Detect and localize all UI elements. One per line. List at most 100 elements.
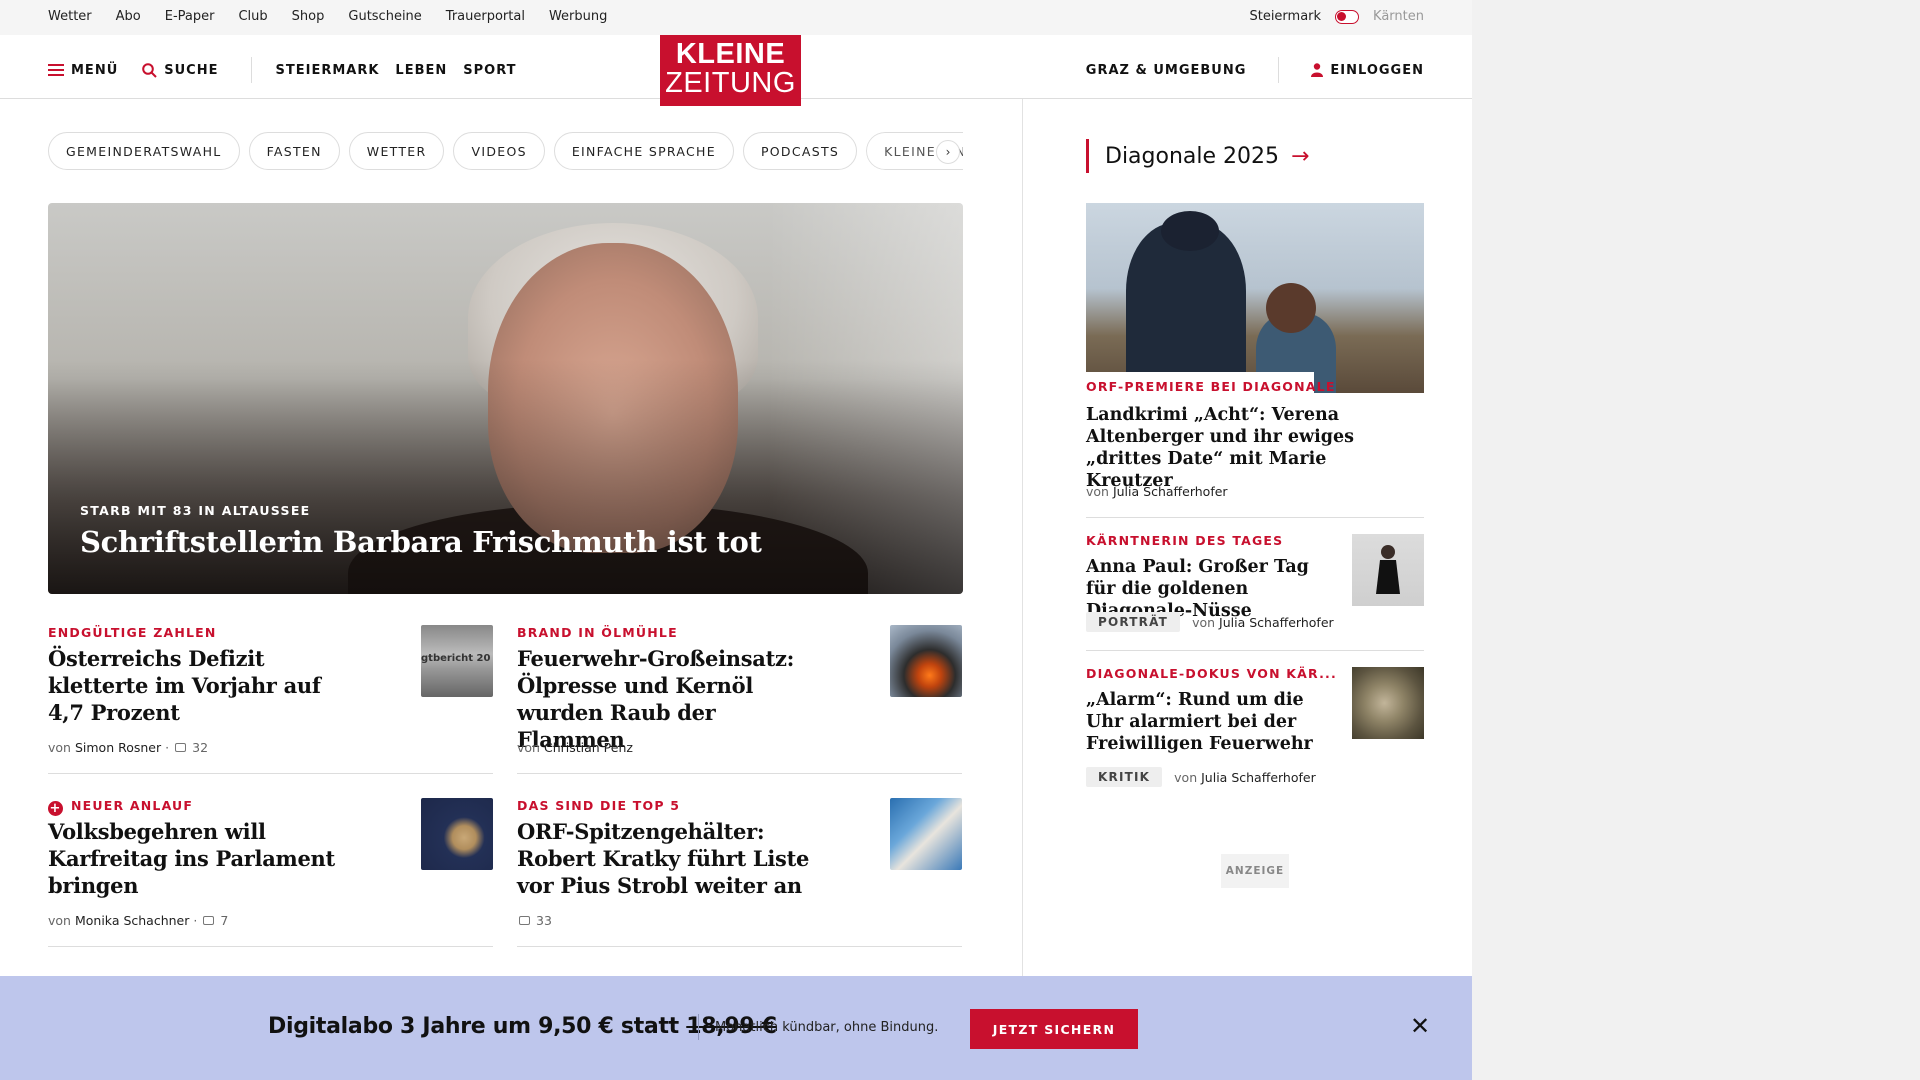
location-link[interactable]: GRAZ & UMGEBUNG — [1086, 63, 1247, 78]
hero-article[interactable]: STARB MIT 83 IN ALTAUSSEE Schriftsteller… — [48, 203, 963, 594]
article-kicker: DAS SIND DIE TOP 5 — [517, 798, 681, 813]
hero-kicker: STARB MIT 83 IN ALTAUSSEE — [80, 503, 311, 518]
sidebar-item-thumbnail[interactable] — [1352, 667, 1424, 739]
article-author[interactable]: Christian Penz — [544, 740, 633, 755]
tag-badge[interactable]: KRITIK — [1086, 767, 1163, 787]
utility-link-shop[interactable]: Shop — [292, 9, 325, 24]
topic-pills: GEMEINDERATSWAHL FASTEN WETTER VIDEOS EI… — [48, 132, 963, 170]
feature-title[interactable]: Landkrimi „Acht“: Verena Altenberger und… — [1086, 404, 1386, 492]
utility-link-epaper[interactable]: E-Paper — [165, 9, 215, 24]
chevron-right-icon: › — [945, 145, 951, 159]
byline-dot: · — [165, 740, 170, 755]
utility-link-trauerportal[interactable]: Trauerportal — [446, 9, 525, 24]
article-card[interactable]: ENDGÜLTIGE ZAHLEN Österreichs Defizit kl… — [48, 625, 493, 774]
region-kaernten[interactable]: Kärnten — [1373, 9, 1424, 24]
comment-count[interactable]: 33 — [536, 913, 552, 928]
sidebar-heading[interactable]: Diagonale 2025 → — [1086, 139, 1309, 173]
article-thumbnail[interactable] — [421, 798, 493, 870]
utility-link-club[interactable]: Club — [238, 9, 267, 24]
sidebar-item-meta: KRITIK von Julia Schafferhofer — [1086, 767, 1316, 787]
plus-icon: + — [48, 801, 63, 816]
feature-kicker: ORF-PREMIERE BEI DIAGONALE — [1086, 379, 1336, 394]
nav-steiermark[interactable]: STEIERMARK — [276, 63, 380, 78]
comment-count[interactable]: 7 — [220, 913, 228, 928]
byline-dot: · — [193, 913, 198, 928]
article-title[interactable]: Feuerwehr-Großeinsatz: Ölpresse und Kern… — [517, 645, 817, 753]
article-byline: von Monika Schachner · 7 — [48, 913, 228, 928]
header-right-nav: GRAZ & UMGEBUNG EINLOGGEN — [1086, 57, 1424, 83]
utility-link-abo[interactable]: Abo — [116, 9, 141, 24]
article-card[interactable]: BRAND IN ÖLMÜHLE Feuerwehr-Großeinsatz: … — [517, 625, 962, 774]
article-kicker: + NEUER ANLAUF — [48, 798, 193, 816]
tag-badge[interactable]: PORTRÄT — [1086, 612, 1181, 632]
header-divider — [250, 57, 252, 83]
thumbnail-figure — [1376, 545, 1400, 594]
article-kicker: ENDGÜLTIGE ZAHLEN — [48, 625, 217, 640]
by-prefix: von — [517, 740, 540, 755]
hamburger-icon — [48, 64, 64, 76]
article-author[interactable]: Simon Rosner — [75, 740, 161, 755]
column-divider — [1022, 99, 1023, 979]
arrow-right-icon: → — [1291, 143, 1310, 169]
topic-pill[interactable]: EINFACHE SPRACHE — [553, 132, 734, 170]
topics-next-button[interactable]: › — [936, 140, 960, 164]
sidebar-item-author[interactable]: Julia Schafferhofer — [1219, 615, 1334, 630]
subscription-banner: Digitalabo 3 Jahre um 9,50 € statt 18,99… — [0, 976, 1472, 1080]
login-label: EINLOGGEN — [1330, 62, 1424, 78]
article-thumbnail[interactable] — [890, 798, 962, 870]
sidebar-feature-image[interactable] — [1086, 203, 1424, 393]
logo-line-1: KLEINE — [675, 38, 786, 70]
search-button[interactable]: SUCHE — [142, 63, 218, 78]
feature-author[interactable]: Julia Schafferhofer — [1113, 484, 1228, 499]
promo-divider — [698, 1014, 699, 1040]
article-title[interactable]: Volksbegehren will Karfreitag ins Parlam… — [48, 818, 348, 899]
article-card[interactable]: DAS SIND DIE TOP 5 ORF-Spitzengehälter: … — [517, 798, 962, 947]
article-title[interactable]: ORF-Spitzengehälter: Robert Kratky führt… — [517, 818, 817, 899]
sidebar-item-author[interactable]: Julia Schafferhofer — [1201, 770, 1316, 785]
by-prefix: von — [1174, 769, 1198, 785]
nav-leben[interactable]: LEBEN — [395, 63, 447, 78]
main-header: MENÜ SUCHE STEIERMARK LEBEN SPORT KLEINE… — [0, 35, 1472, 106]
divider — [1086, 650, 1424, 651]
topic-pill[interactable]: PODCASTS — [742, 132, 858, 170]
article-thumbnail[interactable]: gtbericht 20 — [421, 625, 493, 697]
search-icon — [142, 62, 157, 78]
article-author[interactable]: Monika Schachner — [75, 913, 189, 928]
topic-pill[interactable]: GEMEINDERATSWAHL — [48, 132, 240, 170]
login-button[interactable]: EINLOGGEN — [1311, 63, 1424, 78]
article-title[interactable]: Österreichs Defizit kletterte im Vorjahr… — [48, 645, 348, 726]
search-label: SUCHE — [164, 62, 219, 78]
divider — [1086, 517, 1424, 518]
region-steiermark[interactable]: Steiermark — [1249, 9, 1321, 24]
by-prefix: von — [1192, 614, 1216, 630]
subscribe-button[interactable]: JETZT SICHERN — [970, 1009, 1138, 1049]
region-toggle[interactable] — [1335, 9, 1360, 24]
utility-links: Wetter Abo E-Paper Club Shop Gutscheine … — [48, 9, 607, 24]
sidebar-item-thumbnail[interactable] — [1352, 534, 1424, 606]
topic-pill[interactable]: FASTEN — [248, 132, 340, 170]
article-byline: von Christian Penz — [517, 740, 633, 755]
feature-byline: von Julia Schafferhofer — [1086, 484, 1228, 499]
article-thumbnail[interactable] — [890, 625, 962, 697]
utility-link-gutscheine[interactable]: Gutscheine — [348, 9, 421, 24]
by-prefix: von — [48, 913, 71, 928]
comment-icon — [203, 916, 215, 925]
nav-sport[interactable]: SPORT — [463, 63, 516, 78]
promo-note: Monatlich kündbar, ohne Bindung. — [715, 1020, 939, 1035]
close-icon[interactable]: ✕ — [1410, 1014, 1430, 1038]
topic-pill[interactable]: WETTER — [348, 132, 445, 170]
article-card[interactable]: + NEUER ANLAUF Volksbegehren will Karfrei… — [48, 798, 493, 947]
hero-title[interactable]: Schriftstellerin Barbara Frischmuth ist … — [80, 525, 762, 559]
site-logo[interactable]: KLEINE ZEITUNG — [660, 35, 801, 106]
user-icon — [1311, 63, 1324, 77]
image-figure-2-head — [1266, 283, 1316, 333]
menu-button[interactable]: MENÜ — [48, 63, 118, 78]
utility-link-wetter[interactable]: Wetter — [48, 9, 92, 24]
comment-count[interactable]: 32 — [192, 740, 208, 755]
image-figure-1-head — [1161, 211, 1219, 251]
by-prefix: von — [48, 740, 71, 755]
utility-link-werbung[interactable]: Werbung — [549, 9, 607, 24]
website: Wetter Abo E-Paper Club Shop Gutscheine … — [0, 0, 1472, 1080]
sidebar-item-title[interactable]: „Alarm“: Rund um die Uhr alarmiert bei d… — [1086, 689, 1316, 755]
topic-pill[interactable]: VIDEOS — [453, 132, 545, 170]
